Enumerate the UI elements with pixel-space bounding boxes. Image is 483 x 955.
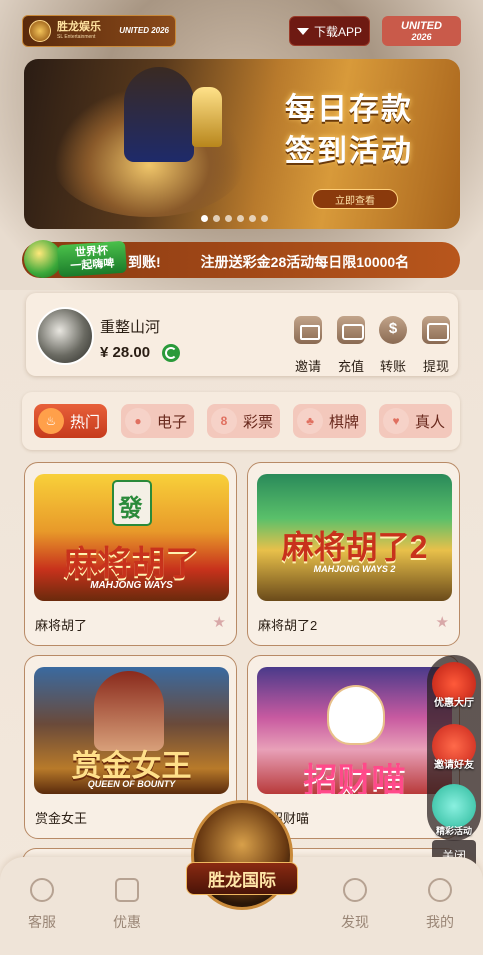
tab-lottery[interactable]: 8 彩票 bbox=[207, 404, 280, 438]
pagination-dot[interactable] bbox=[249, 215, 256, 222]
tab-hot[interactable]: ♨ 热门 bbox=[34, 404, 107, 438]
trophy-icon bbox=[192, 87, 222, 147]
world-cup-tag: 世界杯 一起嗨啤 bbox=[56, 240, 128, 278]
tab-slots[interactable]: ● 电子 bbox=[121, 404, 194, 438]
united-line1: UNITED bbox=[401, 19, 442, 32]
transfer-button[interactable]: 转账 bbox=[373, 316, 413, 375]
withdraw-label: 提现 bbox=[422, 359, 449, 374]
fire-icon: ♨ bbox=[38, 408, 64, 434]
live-dealer-icon: ♥ bbox=[383, 408, 409, 434]
tab-lottery-label: 彩票 bbox=[243, 413, 274, 431]
promo-hall-label[interactable]: 优惠大厅 bbox=[428, 694, 480, 709]
withdraw-wallet-icon bbox=[422, 316, 450, 344]
logo-united: UNITED 2026 bbox=[119, 26, 169, 35]
game-art-subtitle: MAHJONG WAYS 2 bbox=[313, 564, 396, 574]
game-art-subtitle: QUEEN OF BOUNTY bbox=[87, 779, 176, 789]
logo-title: 胜龙娱乐 bbox=[57, 21, 101, 33]
game-thumbnail: 麻将胡了2 MAHJONG WAYS 2 bbox=[257, 474, 452, 601]
lucky-cat-art bbox=[327, 685, 385, 745]
game-thumbnail: 赏金女王 QUEEN OF BOUNTY bbox=[34, 667, 229, 794]
nav-promotions[interactable]: 优惠 bbox=[97, 878, 157, 932]
pirate-queen-art bbox=[94, 671, 164, 751]
invite-friends-label[interactable]: 邀请好友 bbox=[428, 756, 480, 771]
invite-button[interactable]: 邀请 bbox=[288, 316, 328, 375]
banner-title: 每日存款 签到活动 bbox=[254, 89, 444, 173]
banner-pagination bbox=[201, 215, 268, 222]
promo-banner[interactable]: 每日存款 签到活动 立即查看 bbox=[24, 59, 460, 229]
tab-live-label: 真人 bbox=[415, 413, 446, 431]
game-art-subtitle: MAHJONG WAYS bbox=[90, 580, 173, 591]
events-label[interactable]: 精彩活动 bbox=[428, 824, 480, 837]
banner-player-art bbox=[124, 67, 194, 162]
transfer-coin-icon bbox=[379, 316, 407, 344]
tab-hot-label: 热门 bbox=[70, 413, 101, 431]
avatar[interactable] bbox=[36, 307, 94, 365]
tab-cards[interactable]: ♣ 棋牌 bbox=[293, 404, 366, 438]
download-arrow-icon bbox=[296, 27, 309, 35]
invite-label: 邀请 bbox=[294, 359, 321, 374]
united-line2: 2026 bbox=[411, 31, 432, 42]
pagination-dot[interactable] bbox=[237, 215, 244, 222]
dragon-logo-icon bbox=[29, 20, 51, 42]
tab-live[interactable]: ♥ 真人 bbox=[379, 404, 452, 438]
game-art-title: 招财喵 bbox=[303, 762, 406, 794]
brand-logo[interactable]: 胜龙娱乐 SL Entertainment UNITED 2026 bbox=[22, 15, 176, 47]
game-art-title: 麻将胡了2 bbox=[281, 529, 428, 565]
download-app-button[interactable]: 下载APP bbox=[289, 16, 370, 46]
nav-label: 客服 bbox=[28, 914, 56, 930]
tab-cards-label: 棋牌 bbox=[329, 413, 360, 431]
game-name: 麻将胡了 bbox=[35, 618, 88, 633]
download-label: 下载APP bbox=[313, 24, 362, 39]
nav-discover[interactable]: 发现 bbox=[325, 878, 385, 932]
center-home-label[interactable]: 胜龙国际 bbox=[186, 862, 298, 895]
compass-icon bbox=[343, 878, 367, 902]
nav-label: 优惠 bbox=[113, 914, 141, 930]
pagination-dot[interactable] bbox=[261, 215, 268, 222]
announcement-message: 注册送彩金28活动每日限10000名 bbox=[200, 254, 410, 270]
game-card-mahjong-ways-2[interactable]: 麻将胡了2 MAHJONG WAYS 2 麻将胡了2 ★ bbox=[247, 462, 460, 646]
favorite-star-icon[interactable]: ★ bbox=[213, 613, 226, 631]
announcement-prefix: 到账! bbox=[128, 254, 161, 270]
invite-envelope-icon bbox=[294, 316, 322, 344]
announcement-text: 到账! 注册送彩金28活动每日限10000名 bbox=[128, 252, 450, 270]
banner-view-button[interactable]: 立即查看 bbox=[312, 189, 398, 209]
football-icon bbox=[24, 240, 62, 278]
lottery-ball-icon: 8 bbox=[211, 408, 237, 434]
game-name: 麻将胡了2 bbox=[258, 618, 318, 633]
deposit-button[interactable]: 充值 bbox=[331, 316, 371, 375]
withdraw-button[interactable]: 提现 bbox=[416, 316, 456, 375]
favorite-star-icon[interactable]: ★ bbox=[436, 613, 449, 631]
pagination-dot[interactable] bbox=[201, 215, 208, 222]
card-club-icon: ♣ bbox=[297, 408, 323, 434]
banner-title-line2: 签到活动 bbox=[285, 135, 413, 168]
deposit-label: 充值 bbox=[337, 359, 364, 374]
nav-label: 我的 bbox=[426, 914, 454, 930]
game-thumbnail: 發 麻将胡了 MAHJONG WAYS bbox=[34, 474, 229, 601]
slot-chip-icon: ● bbox=[125, 408, 151, 434]
pagination-dot[interactable] bbox=[213, 215, 220, 222]
nav-customer-service[interactable]: 客服 bbox=[12, 878, 72, 932]
deposit-card-icon bbox=[337, 316, 365, 344]
logo-subtitle: SL Entertainment bbox=[57, 34, 96, 40]
game-card-mahjong-ways[interactable]: 發 麻将胡了 MAHJONG WAYS 麻将胡了 ★ bbox=[24, 462, 237, 646]
game-thumbnail: 招财喵 bbox=[257, 667, 452, 794]
mahjong-tile-glyph: 發 bbox=[118, 495, 143, 522]
refresh-balance-icon[interactable] bbox=[162, 344, 180, 362]
nav-profile[interactable]: 我的 bbox=[410, 878, 470, 932]
user-icon bbox=[428, 878, 452, 902]
game-art-title: 麻将胡了 bbox=[63, 545, 200, 583]
game-card-queen-of-bounty[interactable]: 赏金女王 QUEEN OF BOUNTY 赏金女王 bbox=[24, 655, 237, 839]
nav-label: 发现 bbox=[341, 914, 369, 930]
ticket-icon bbox=[115, 878, 139, 902]
user-name: 重整山河 bbox=[100, 319, 161, 336]
transfer-label: 转账 bbox=[379, 359, 406, 374]
wallet-balance: ¥ 28.00 bbox=[100, 344, 151, 361]
chat-bubble-icon bbox=[30, 878, 54, 902]
events-icon[interactable] bbox=[432, 784, 476, 828]
banner-title-line1: 每日存款 bbox=[285, 93, 413, 126]
united-2026-badge[interactable]: UNITED 2026 bbox=[382, 16, 461, 46]
game-name: 赏金女王 bbox=[35, 811, 88, 826]
pagination-dot[interactable] bbox=[225, 215, 232, 222]
tab-slots-label: 电子 bbox=[157, 413, 188, 431]
